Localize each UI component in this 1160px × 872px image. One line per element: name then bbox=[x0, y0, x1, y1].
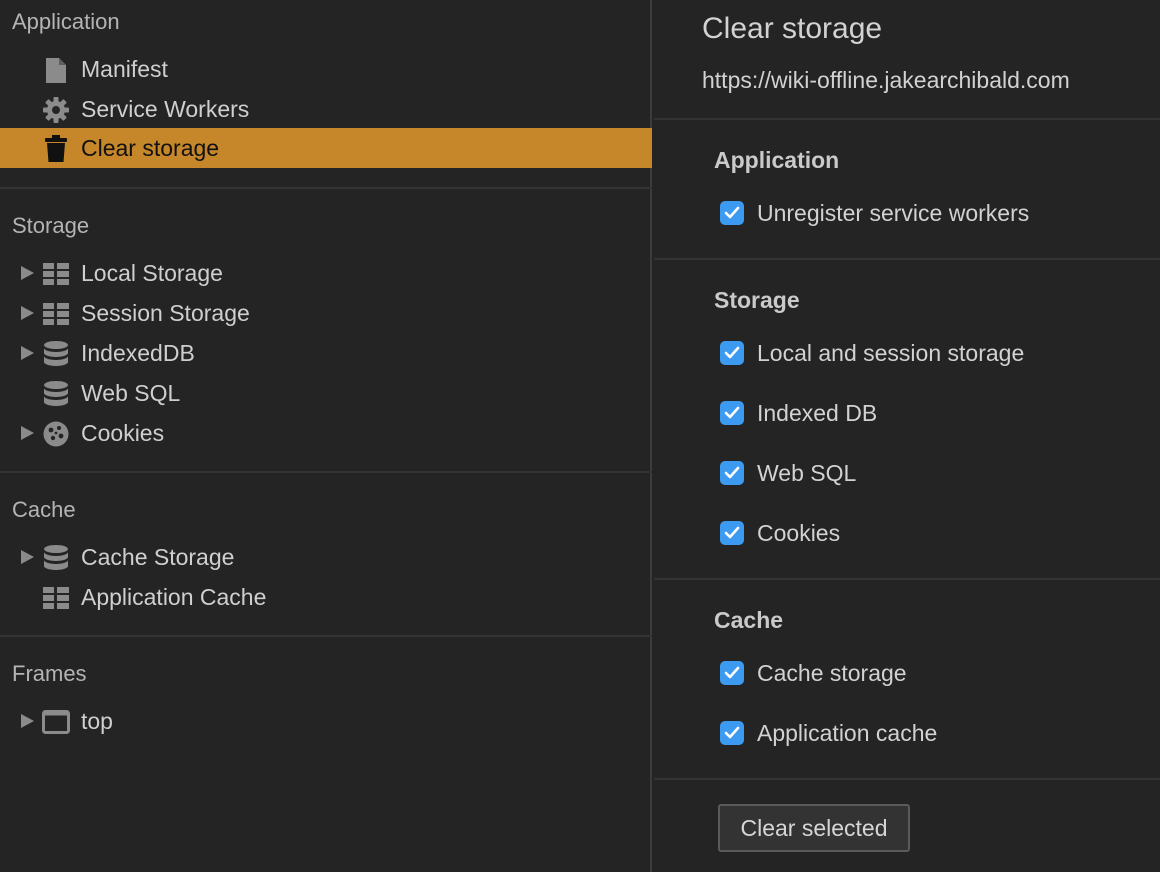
checkbox-checked-icon[interactable] bbox=[720, 201, 744, 225]
section-title-frames: Frames bbox=[12, 661, 87, 686]
section-title-cache: Cache bbox=[12, 497, 76, 522]
sidebar-item-label: Manifest bbox=[81, 56, 168, 82]
divider bbox=[654, 778, 1160, 780]
sidebar-item-application-cache[interactable]: Application Cache bbox=[0, 577, 652, 617]
checkbox-label: Application cache bbox=[757, 720, 938, 746]
checkbox-cookies[interactable]: Cookies bbox=[720, 518, 840, 548]
checkbox-checked-icon[interactable] bbox=[720, 401, 744, 425]
sidebar-item-label: Cookies bbox=[81, 420, 165, 446]
checkbox-checked-icon[interactable] bbox=[720, 341, 744, 365]
checkbox-label: Indexed DB bbox=[757, 400, 878, 426]
sidebar-item-session-storage[interactable]: Session Storage bbox=[0, 293, 652, 333]
expand-arrow-icon[interactable] bbox=[21, 306, 34, 320]
group-title-cache: Cache bbox=[714, 607, 784, 633]
checkbox-unregister-service-workers[interactable]: Unregister service workers bbox=[720, 198, 1029, 228]
divider bbox=[654, 118, 1160, 120]
sidebar-item-label: Service Workers bbox=[81, 96, 250, 122]
sidebar-item-label: Application Cache bbox=[81, 584, 267, 610]
grid-icon bbox=[41, 260, 71, 288]
sidebar-item-label: Cache Storage bbox=[81, 544, 235, 570]
database-icon bbox=[41, 544, 71, 572]
group-title-storage: Storage bbox=[714, 287, 800, 313]
checkbox-indexed-db[interactable]: Indexed DB bbox=[720, 398, 877, 428]
checkbox-checked-icon[interactable] bbox=[720, 461, 744, 485]
section-title-application: Application bbox=[12, 9, 120, 34]
sidebar-item-service-workers[interactable]: Service Workers bbox=[0, 89, 652, 129]
divider bbox=[0, 471, 652, 473]
expand-arrow-icon[interactable] bbox=[21, 346, 34, 360]
divider bbox=[0, 635, 652, 637]
checkbox-application-cache[interactable]: Application cache bbox=[720, 718, 937, 748]
checkbox-local-session-storage[interactable]: Local and session storage bbox=[720, 338, 1024, 368]
checkbox-checked-icon[interactable] bbox=[720, 721, 744, 745]
checkbox-label: Web SQL bbox=[757, 460, 857, 486]
expand-arrow-icon[interactable] bbox=[21, 426, 34, 440]
clear-selected-button[interactable]: Clear selected bbox=[718, 804, 910, 852]
sidebar-item-label: Web SQL bbox=[81, 380, 181, 406]
sidebar-item-top[interactable]: top bbox=[0, 701, 652, 741]
divider bbox=[0, 187, 652, 189]
clear-storage-panel: Clear storage https://wiki-offline.jakea… bbox=[654, 0, 1160, 872]
sidebar-item-manifest[interactable]: Manifest bbox=[0, 49, 652, 89]
page-title: Clear storage bbox=[702, 12, 883, 45]
frame-icon bbox=[41, 708, 71, 736]
sidebar-item-indexeddb[interactable]: IndexedDB bbox=[0, 333, 652, 373]
grid-icon bbox=[41, 300, 71, 328]
checkbox-web-sql[interactable]: Web SQL bbox=[720, 458, 856, 488]
gear-icon bbox=[41, 96, 71, 124]
sidebar-item-local-storage[interactable]: Local Storage bbox=[0, 253, 652, 293]
sidebar-item-cache-storage[interactable]: Cache Storage bbox=[0, 537, 652, 577]
checkbox-label: Unregister service workers bbox=[757, 200, 1030, 226]
origin-url: https://wiki-offline.jakearchibald.com bbox=[702, 67, 1070, 93]
sidebar-item-label: Local Storage bbox=[81, 260, 223, 286]
expand-arrow-icon[interactable] bbox=[21, 266, 34, 280]
checkbox-checked-icon[interactable] bbox=[720, 661, 744, 685]
divider bbox=[654, 258, 1160, 260]
expand-arrow-icon[interactable] bbox=[21, 714, 34, 728]
expand-arrow-icon[interactable] bbox=[21, 550, 34, 564]
sidebar-item-cookies[interactable]: Cookies bbox=[0, 413, 652, 453]
trash-icon bbox=[41, 135, 71, 163]
sidebar-item-clear-storage[interactable]: Clear storage bbox=[0, 128, 652, 168]
checkbox-checked-icon[interactable] bbox=[720, 521, 744, 545]
sidebar: Application Manifest Service Workers Cle… bbox=[0, 0, 652, 872]
checkbox-label: Local and session storage bbox=[757, 340, 1025, 366]
sidebar-item-label: IndexedDB bbox=[81, 340, 195, 366]
sidebar-item-label: Session Storage bbox=[81, 300, 250, 326]
grid-icon bbox=[41, 584, 71, 612]
divider bbox=[654, 578, 1160, 580]
checkbox-cache-storage[interactable]: Cache storage bbox=[720, 658, 907, 688]
checkbox-label: Cache storage bbox=[757, 660, 907, 686]
group-title-application: Application bbox=[714, 147, 840, 173]
sidebar-item-label: Clear storage bbox=[81, 135, 220, 161]
document-icon bbox=[41, 56, 71, 84]
checkbox-label: Cookies bbox=[757, 520, 841, 546]
database-icon bbox=[41, 340, 71, 368]
section-title-storage: Storage bbox=[12, 213, 90, 238]
database-icon bbox=[41, 380, 71, 408]
sidebar-item-label: top bbox=[81, 708, 113, 734]
cookie-icon bbox=[41, 420, 71, 448]
sidebar-item-web-sql[interactable]: Web SQL bbox=[0, 373, 652, 413]
